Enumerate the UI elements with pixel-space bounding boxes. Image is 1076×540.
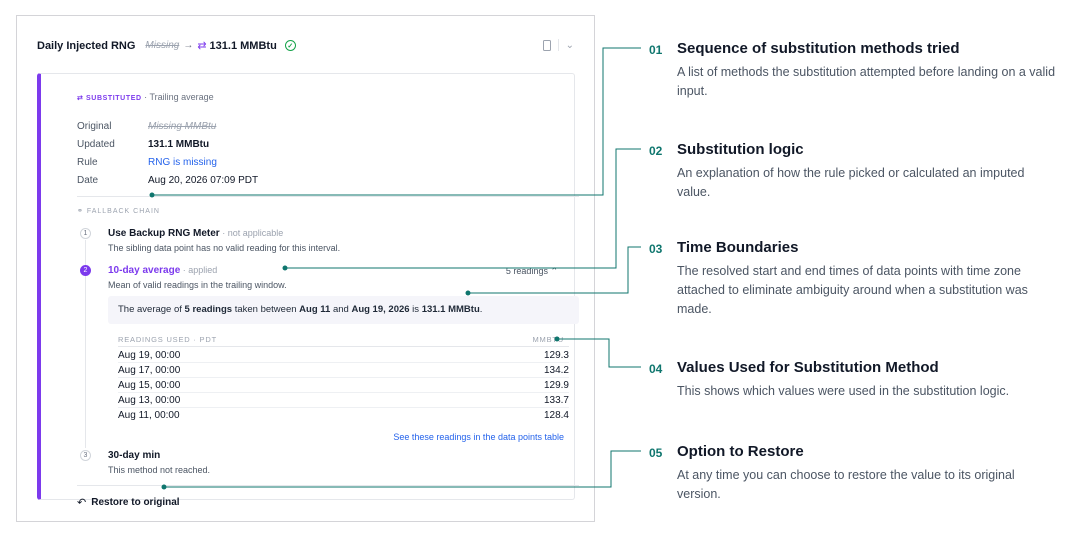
connector-01 — [152, 47, 641, 196]
callout-desc: This shows which values were used in the… — [677, 384, 1010, 398]
callout-title: Sequence of substitution methods tried — [677, 40, 960, 57]
callout-title: Option to Restore — [677, 443, 804, 460]
connector-05 — [164, 450, 641, 488]
callout-desc: At any time you can choose to restore th… — [677, 468, 1015, 501]
connector-04 — [557, 338, 641, 368]
connector-dot — [465, 290, 471, 296]
callout-number: 04 — [649, 362, 663, 376]
connector-dot — [554, 336, 560, 342]
callout-number: 03 — [649, 242, 663, 256]
callout-title: Values Used for Substitution Method — [677, 359, 939, 376]
connector-dot — [161, 484, 167, 490]
callout-title: Time Boundaries — [677, 239, 799, 256]
callout-number: 01 — [649, 43, 663, 57]
callout-number: 05 — [649, 446, 663, 460]
callout-desc: The resolved start and end times of data… — [677, 264, 1028, 316]
connector-dot — [149, 192, 155, 198]
connector-03 — [468, 246, 641, 294]
callout-title: Substitution logic — [677, 141, 804, 158]
connector-dot — [282, 265, 288, 271]
callout-desc: A list of methods the substitution attem… — [677, 65, 1056, 98]
callout-desc: An explanation of how the rule picked or… — [677, 166, 1025, 199]
connector-02 — [285, 148, 641, 269]
callout-number: 02 — [649, 144, 663, 158]
